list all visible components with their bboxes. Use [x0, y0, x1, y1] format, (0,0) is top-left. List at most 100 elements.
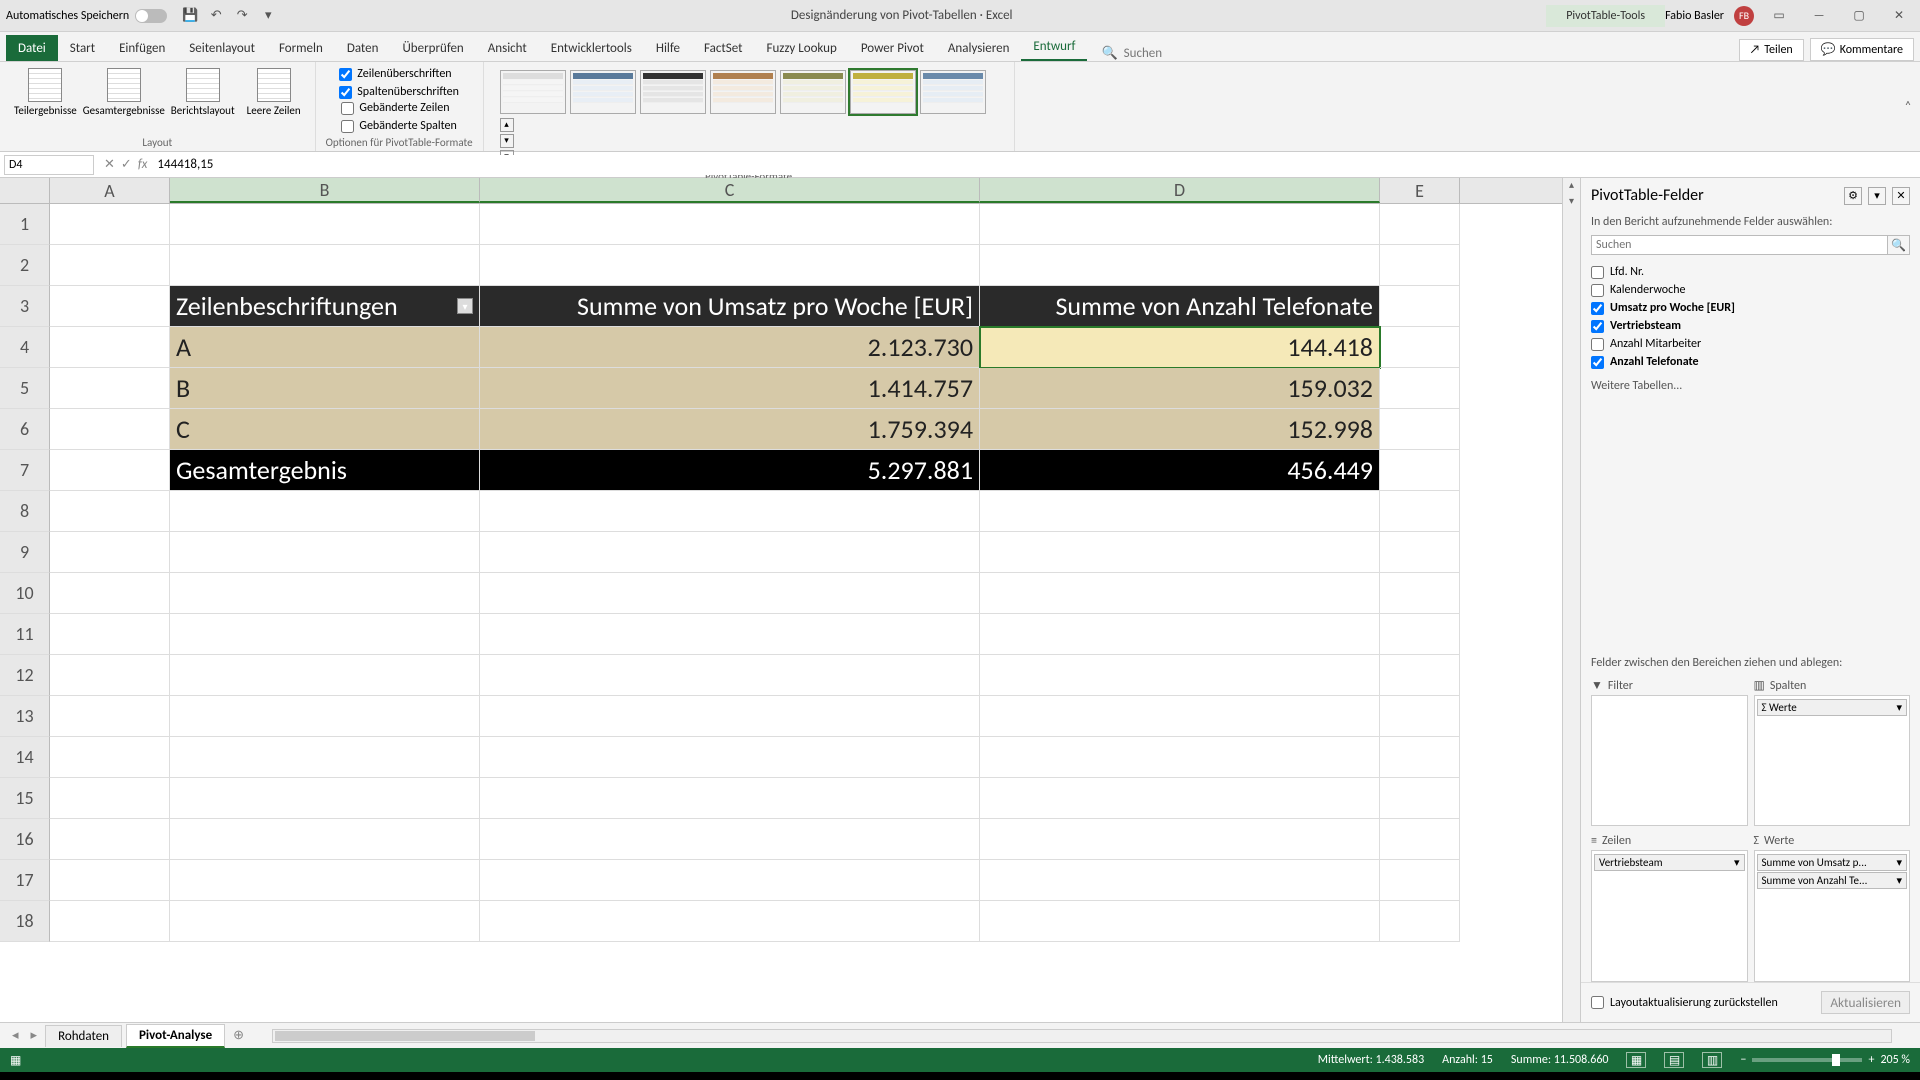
zoom-out-icon[interactable]: −	[1740, 1053, 1746, 1067]
formula-input[interactable]	[153, 155, 1920, 175]
row-header[interactable]: 5	[0, 368, 50, 409]
tab-ueberpruefen[interactable]: Überprüfen	[390, 35, 475, 61]
row-headers-checkbox[interactable]: Zeilenüberschriften	[339, 67, 459, 81]
area-item[interactable]: Vertriebsteam▾	[1594, 854, 1745, 871]
enter-formula-icon[interactable]: ✓	[121, 157, 132, 172]
row-header[interactable]: 16	[0, 819, 50, 860]
field-pane-gear-icon[interactable]: ⚙	[1844, 187, 1862, 205]
scroll-up-icon[interactable]: ▴	[1563, 178, 1580, 194]
pivot-style-2[interactable]	[570, 70, 636, 114]
tab-hilfe[interactable]: Hilfe	[644, 35, 692, 61]
collapse-ribbon-icon[interactable]: ˄	[1896, 62, 1920, 151]
pivot-style-5[interactable]	[780, 70, 846, 114]
field-pane-layout-icon[interactable]: ▾	[1868, 187, 1886, 205]
pivot-cell[interactable]: 152.998	[980, 409, 1380, 450]
row-header[interactable]: 2	[0, 245, 50, 286]
field-checkbox[interactable]	[1591, 266, 1604, 279]
gallery-up-icon[interactable]: ▴	[500, 118, 514, 132]
row-header[interactable]: 12	[0, 655, 50, 696]
reportlayout-button[interactable]: Berichtslayout	[167, 66, 239, 119]
subtotals-button[interactable]: Teilergebnisse	[10, 66, 81, 119]
chevron-down-icon[interactable]: ▾	[1734, 856, 1740, 869]
col-header-a[interactable]: A	[50, 178, 170, 203]
view-normal-icon[interactable]: ▦	[1626, 1052, 1646, 1068]
row-header[interactable]: 18	[0, 901, 50, 942]
col-header-c[interactable]: C	[480, 178, 980, 203]
row-header[interactable]: 14	[0, 737, 50, 778]
sheet-tab-pivot-analyse[interactable]: Pivot-Analyse	[126, 1024, 225, 1048]
row-header[interactable]: 9	[0, 532, 50, 573]
field-item[interactable]: Kalenderwoche	[1591, 281, 1910, 299]
col-header-b[interactable]: B	[170, 178, 480, 203]
field-item[interactable]: Anzahl Telefonate	[1591, 353, 1910, 371]
new-sheet-icon[interactable]: ⊕	[229, 1028, 248, 1043]
avatar[interactable]: FB	[1734, 6, 1754, 26]
sheet-grid[interactable]: 1 2 3 Zeilenbeschriftungen▾ Summe von Um…	[0, 204, 1562, 1022]
pivot-header-rows[interactable]: Zeilenbeschriftungen▾	[170, 286, 480, 327]
tab-entwicklertools[interactable]: Entwicklertools	[539, 35, 644, 61]
tab-formeln[interactable]: Formeln	[267, 35, 335, 61]
field-checkbox[interactable]	[1591, 338, 1604, 351]
share-button[interactable]: ↗Teilen	[1739, 39, 1804, 61]
field-checkbox[interactable]	[1591, 284, 1604, 297]
comments-button[interactable]: 💬Kommentare	[1810, 38, 1914, 61]
col-header-d[interactable]: D	[980, 178, 1380, 203]
tab-ansicht[interactable]: Ansicht	[476, 35, 539, 61]
pivot-cell-active[interactable]: 144.418	[980, 327, 1380, 368]
blankrows-button[interactable]: Leere Zeilen	[243, 66, 305, 119]
gallery-down-icon[interactable]: ▾	[500, 134, 514, 148]
row-header[interactable]: 1	[0, 204, 50, 245]
area-rows-drop[interactable]: Vertriebsteam▾	[1591, 850, 1748, 982]
field-checkbox[interactable]	[1591, 320, 1604, 333]
pivot-cell[interactable]: 1.414.757	[480, 368, 980, 409]
pivot-cell[interactable]: C	[170, 409, 480, 450]
row-header[interactable]: 7	[0, 450, 50, 491]
tab-factset[interactable]: FactSet	[692, 35, 754, 61]
area-item[interactable]: Summe von Anzahl Te...▾	[1757, 872, 1908, 889]
field-item[interactable]: Vertriebsteam	[1591, 317, 1910, 335]
fx-icon[interactable]: fx	[138, 157, 148, 172]
zoom-in-icon[interactable]: +	[1868, 1053, 1874, 1067]
autosave-toggle[interactable]	[135, 9, 167, 23]
view-pagelayout-icon[interactable]: ▤	[1664, 1052, 1684, 1068]
chevron-down-icon[interactable]: ▾	[1896, 874, 1902, 887]
save-icon[interactable]: 💾	[181, 7, 199, 25]
tab-datei[interactable]: Datei	[6, 35, 58, 61]
pivot-style-7[interactable]	[920, 70, 986, 114]
field-checkbox[interactable]	[1591, 356, 1604, 369]
banded-rows-checkbox[interactable]: Gebänderte Zeilen	[341, 101, 456, 115]
pivot-filter-dropdown-icon[interactable]: ▾	[457, 298, 473, 314]
field-checkbox[interactable]	[1591, 302, 1604, 315]
ribbon-options-icon[interactable]: ▭	[1764, 6, 1794, 26]
pivot-total-umsatz[interactable]: 5.297.881	[480, 450, 980, 491]
zoom-slider[interactable]	[1752, 1058, 1862, 1062]
field-item[interactable]: Anzahl Mitarbeiter	[1591, 335, 1910, 353]
search-placeholder[interactable]: Suchen	[1124, 46, 1162, 61]
tab-analysieren[interactable]: Analysieren	[936, 35, 1022, 61]
pivot-style-1[interactable]	[500, 70, 566, 114]
pivot-header-telefonate[interactable]: Summe von Anzahl Telefonate	[980, 286, 1380, 327]
vertical-scrollbar[interactable]: ▴ ▾	[1562, 178, 1580, 1022]
area-filter-drop[interactable]	[1591, 695, 1748, 826]
pivot-style-4[interactable]	[710, 70, 776, 114]
pivot-total-telefonate[interactable]: 456.449	[980, 450, 1380, 491]
chevron-down-icon[interactable]: ▾	[1896, 856, 1902, 869]
row-header[interactable]: 11	[0, 614, 50, 655]
area-values-drop[interactable]: Summe von Umsatz p...▾ Summe von Anzahl …	[1754, 850, 1911, 982]
grandtotals-button[interactable]: Gesamtergebnisse	[85, 66, 163, 119]
more-tables-link[interactable]: Weitere Tabellen...	[1581, 373, 1920, 399]
sheet-nav-prev-icon[interactable]: ◂	[8, 1028, 23, 1043]
row-header[interactable]: 15	[0, 778, 50, 819]
chevron-down-icon[interactable]: ▾	[1896, 701, 1902, 714]
pivot-total-label[interactable]: Gesamtergebnis	[170, 450, 480, 491]
banded-cols-checkbox[interactable]: Gebänderte Spalten	[341, 119, 456, 133]
minimize-icon[interactable]: —	[1804, 6, 1834, 26]
row-header[interactable]: 4	[0, 327, 50, 368]
pivot-cell[interactable]: 1.759.394	[480, 409, 980, 450]
sheet-tab-rohdaten[interactable]: Rohdaten	[45, 1025, 122, 1047]
col-header-e[interactable]: E	[1380, 178, 1460, 203]
view-pagebreak-icon[interactable]: ▥	[1702, 1052, 1722, 1068]
undo-icon[interactable]: ↶	[207, 7, 225, 25]
area-columns-drop[interactable]: Σ Werte▾	[1754, 695, 1911, 826]
pivot-header-umsatz[interactable]: Summe von Umsatz pro Woche [EUR]	[480, 286, 980, 327]
